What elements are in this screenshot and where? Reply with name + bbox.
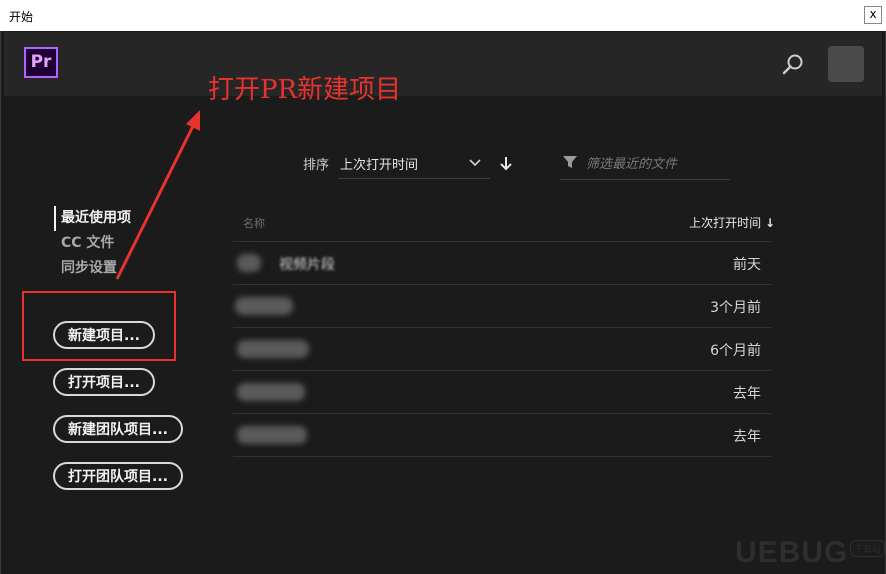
sort-direction-arrow-icon[interactable] xyxy=(499,155,513,171)
window-title: 开始 xyxy=(9,10,34,24)
filter-icon xyxy=(563,156,577,168)
file-date: 前天 xyxy=(733,257,761,273)
avatar[interactable] xyxy=(828,46,864,82)
sort-dropdown[interactable]: 上次打开时间 xyxy=(338,148,490,179)
filter-input[interactable] xyxy=(584,152,728,176)
redacted-name xyxy=(237,426,307,444)
app-header xyxy=(4,32,882,96)
new-project-button[interactable]: 新建项目... xyxy=(53,321,155,349)
sort-label: 排序 xyxy=(303,158,330,173)
nav-item-recent[interactable]: 最近使用项 xyxy=(54,206,131,231)
file-name: 视频片段 xyxy=(279,257,335,273)
redacted-name xyxy=(237,383,305,401)
premiere-logo: Pr xyxy=(24,47,58,78)
nav-item-cc-files[interactable]: CC 文件 xyxy=(54,231,131,256)
filter-field[interactable] xyxy=(560,148,730,180)
redacted-name xyxy=(237,340,309,358)
table-row[interactable]: 视频片段 前天 xyxy=(233,242,771,285)
table-row[interactable]: 6个月前 xyxy=(233,328,771,371)
new-team-project-button[interactable]: 新建团队项目... xyxy=(53,415,183,443)
watermark-logo: UEBUG xyxy=(735,536,849,569)
redacted-name xyxy=(237,254,261,272)
annotation-text: 打开PR新建项目 xyxy=(208,75,402,105)
open-team-project-button[interactable]: 打开团队项目... xyxy=(53,462,183,490)
redacted-name xyxy=(235,297,293,315)
column-header-last-opened-label: 上次打开时间 xyxy=(689,216,762,230)
table-header: 名称 上次打开时间 ↓ xyxy=(233,200,775,242)
recent-files-table: 名称 上次打开时间 ↓ 视频片段 前天 3个月前 6个月前 去年 去年 xyxy=(233,200,775,457)
table-row[interactable]: 去年 xyxy=(233,414,771,457)
left-nav: 最近使用项 CC 文件 同步设置 xyxy=(54,206,131,281)
window-titlebar: 开始 x xyxy=(0,0,886,32)
close-button[interactable]: x xyxy=(864,6,882,24)
file-date: 去年 xyxy=(733,429,761,445)
table-row[interactable]: 去年 xyxy=(233,371,771,414)
watermark-badge: 下载站 xyxy=(850,540,886,557)
chevron-down-icon xyxy=(469,159,481,167)
nav-item-sync-settings[interactable]: 同步设置 xyxy=(54,256,131,281)
column-header-last-opened[interactable]: 上次打开时间 ↓ xyxy=(689,214,775,231)
table-row[interactable]: 3个月前 xyxy=(233,285,771,328)
open-project-button[interactable]: 打开项目... xyxy=(53,368,155,396)
file-date: 去年 xyxy=(733,386,761,402)
column-header-name[interactable]: 名称 xyxy=(243,215,265,231)
search-icon[interactable] xyxy=(781,53,805,77)
file-date: 3个月前 xyxy=(710,300,761,316)
sort-down-arrow-icon: ↓ xyxy=(764,216,775,230)
sort-value: 上次打开时间 xyxy=(340,158,419,173)
file-date: 6个月前 xyxy=(710,343,761,359)
